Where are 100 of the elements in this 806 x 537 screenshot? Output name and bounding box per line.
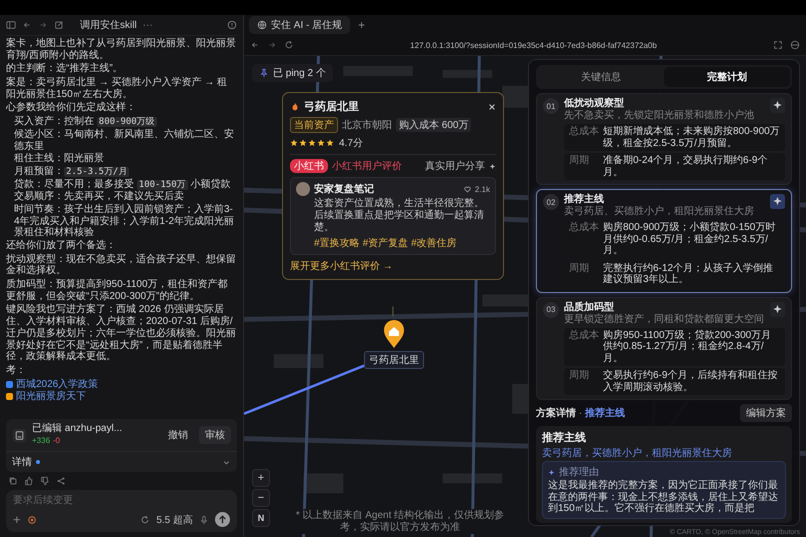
message-text: 质加码型：预算提高到950-1100万，租住和资产都更舒服，但会突破“只添200-300万”的纪律。 (6, 279, 229, 302)
message-text: 考： (6, 364, 27, 377)
undo-button[interactable]: 撤销 (162, 426, 194, 444)
message-text: 案卡，地图上也补了从弓药居到阳光丽景、阳光丽景育翔/西师附小的路线。 (6, 38, 237, 62)
back-icon[interactable] (22, 20, 32, 30)
info-icon[interactable] (227, 20, 237, 30)
sparkle-icon[interactable] (770, 98, 785, 113)
rating-score: 4.7分 (339, 137, 363, 150)
browser-tab[interactable]: 安住 AI - 居住规 (249, 16, 350, 34)
send-button[interactable] (215, 512, 230, 527)
review-author: 安家复盘笔记 (314, 182, 375, 196)
marker-label: 弓药居北里 (364, 351, 424, 369)
sidebar-icon[interactable] (6, 20, 16, 30)
heart-icon (464, 186, 471, 192)
pin-icon (259, 68, 269, 78)
message-text: 还给你们放了两个备选： (6, 240, 117, 252)
list-item: 时间节奏：孩子出生后到入园前锁资产；入学前3-4年完成买入和户籍安排；入学前1-2年完成阳光丽景租住和材料核验 (13, 204, 236, 239)
reload-icon[interactable] (284, 40, 294, 50)
globe-icon[interactable] (790, 40, 800, 50)
message-text: 心参数我给你们先定成这样： (6, 102, 137, 114)
panel-tab[interactable]: 完整计划 (664, 67, 790, 87)
sparkle-icon (548, 468, 555, 476)
list-item: 候选小区：马甸南村、新风南里、六铺炕二区、安德东里 (13, 128, 235, 152)
list-item: 交易顺序：先卖再买，不建议先买后卖 (13, 191, 185, 203)
plan-title: 推荐主线 (564, 194, 605, 206)
building (442, 473, 502, 484)
model-selector[interactable]: 5.5 超高 (156, 512, 193, 526)
asset-tag: 当前资产 (290, 117, 338, 133)
plan-subtitle: 更早锁定德胜资产，同租和贷款都留更大空间 (564, 314, 765, 326)
forward-icon[interactable] (267, 40, 277, 50)
more-menu[interactable]: ··· (142, 20, 153, 30)
source-link[interactable]: 西城2026入学政策 (16, 378, 98, 391)
thumbs-up-icon[interactable] (24, 476, 34, 486)
plan-number: 02 (543, 194, 559, 210)
sparkle-icon (489, 162, 496, 170)
hashtag[interactable]: #资产复盘 (362, 236, 408, 250)
separator-dot: · (578, 408, 582, 419)
zoom-out-button[interactable]: − (252, 489, 270, 507)
compass-button[interactable]: N (252, 509, 270, 527)
add-button[interactable]: + (13, 513, 21, 526)
share-label: 真实用户分享 (425, 160, 485, 173)
microphone-icon[interactable] (199, 514, 209, 524)
flame-icon (290, 102, 300, 112)
close-icon[interactable] (488, 102, 496, 110)
list-item: 月租预留： 2.5-3.5万/月 (13, 166, 130, 178)
hashtag[interactable]: #改善住房 (411, 236, 457, 250)
detail-subtitle: 卖弓药居，买德胜小户，租阳光丽景住大房 (542, 446, 733, 460)
plan-number: 01 (543, 98, 559, 114)
district-text: 北京市朝阳 (342, 118, 392, 132)
review-button[interactable]: 审核 (199, 426, 231, 444)
new-tab-button[interactable]: + (358, 18, 366, 32)
details-toggle[interactable]: 详情 (12, 455, 32, 469)
message-text: 扰动观察型：现在不急卖买，适合孩子还早、想保留金和选择权。 (6, 254, 237, 278)
message-text: 的主判断：选“推荐主线”。 (6, 63, 124, 76)
back-icon[interactable] (250, 40, 260, 50)
home-marker-icon[interactable] (382, 319, 406, 349)
plan-title: 低扰动观察型 (564, 98, 625, 110)
row-value: 短期新增成本低；未来购房按800-900万级，租金按2.5-3.5万/月预留。 (603, 126, 780, 149)
hashtag[interactable]: #置换攻略 (314, 236, 360, 250)
plan-card[interactable]: 02 推荐主线 卖弓药居、买德胜小户，租阳光丽景住大房 总成本 购房800-900万级；小额贷款0-150万时月供约0-0.65万/月；租金约2.5-3.5万/月。 周期 完整执行约6-12个月；从孩子入学倒推建议预留3年以上。 (536, 189, 792, 292)
edit-plan-button[interactable]: 编辑方案 (740, 404, 792, 422)
plan-title: 品质加码型 (564, 302, 615, 314)
expand-icon[interactable] (773, 40, 783, 50)
row-value: 完整执行约6-12个月；从孩子入学倒推建议预留3年以上。 (603, 262, 774, 286)
refresh-icon[interactable] (140, 514, 150, 524)
forward-icon[interactable] (38, 20, 48, 30)
building (274, 354, 324, 368)
source-link[interactable]: 阳光丽景房天下 (16, 390, 86, 403)
list-item: 租住主线：阳光丽景 (13, 153, 105, 165)
avatar (296, 182, 310, 196)
property-name: 弓药居北里 (304, 100, 359, 114)
row-label: 周期 (569, 370, 590, 383)
status-dot (36, 460, 40, 464)
message-text: 键风险我也写进方案了：西城 2026 仍强调实际居住、入学材料审核、入户核查；2020-07-31 后购房/迁户仍是多校划片；六年一学位也必须核验。阳光丽景好处好在它不是“远处租大房”，而是贴着德胜半径，政策解释成本更低。 (6, 304, 237, 363)
ping-status[interactable]: 已 ping 2 个 (252, 64, 333, 82)
more-reviews-link[interactable]: 展开更多小红书评价 → (290, 259, 496, 273)
reason-text: 这是我最推荐的完整方案，因为它正面承接了你们最在意的两件事：现金上不想多添钱，居住上又希望达到150㎡以上。它不强行在德胜买大房，而是把 (548, 480, 779, 514)
list-item: 贷款：尽量不用；最多接受 100-150万 小额贷款 (13, 178, 232, 190)
plan-subtitle: 先不急卖买，先锁定阳光丽景和德胜小户池 (564, 110, 755, 122)
row-label: 周期 (569, 155, 590, 168)
row-label: 总成本 (569, 330, 599, 342)
review-text: 这套资产位置成熟，生活半径很完整。后续置换重点是把学区和通勤一起算清楚。 (314, 198, 485, 234)
edit-icon[interactable] (54, 20, 64, 30)
thumbs-down-icon[interactable] (40, 476, 50, 486)
panel-tab[interactable]: 关键信息 (538, 67, 664, 87)
detail-title: 推荐主线 (542, 430, 587, 445)
plan-card[interactable]: 01 低扰动观察型 先不急卖买，先锁定阳光丽景和德胜小户池 总成本 短期新增成本低；未来购房按800-900万级，租金按2.5-3.5万/月预留。 周期 准备期0-24个月，交易执行期约6-9个月。 (536, 93, 792, 185)
sparkle-icon[interactable] (770, 194, 785, 209)
sparkle-icon[interactable] (770, 302, 785, 316)
reviews-heading: 小红书用户评价 (332, 160, 402, 173)
row-value: 交易执行约6-9个月，后续持有和租住按入学周期滚动核验。 (603, 370, 778, 393)
circle-stop-icon[interactable] (26, 514, 37, 524)
row-label: 总成本 (569, 222, 599, 235)
copy-icon[interactable] (8, 476, 18, 486)
building (442, 70, 492, 78)
zoom-in-button[interactable]: + (252, 469, 270, 487)
globe-icon (257, 20, 267, 30)
plan-card[interactable]: 03 品质加码型 更早锁定德胜资产，同租和贷款都留更大空间 总成本 购房950-1100万级；贷款200-300万月供约0.85-1.27万/月；租金约2.8-4万/月。 周期 交易执行约6-9个月，后续持有和租住按入学周期滚动核验。 (536, 296, 792, 400)
share-icon[interactable] (56, 476, 66, 486)
plan-number: 03 (543, 302, 559, 318)
